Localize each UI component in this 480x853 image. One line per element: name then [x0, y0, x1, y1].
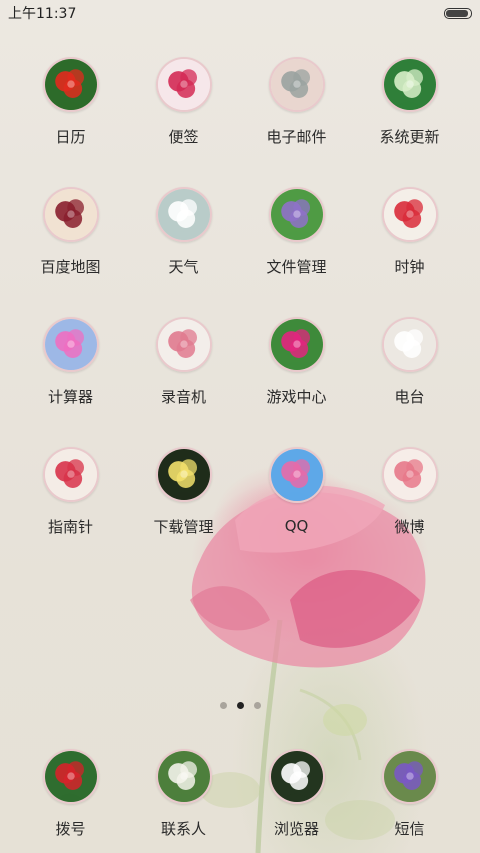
app-label: 短信: [394, 820, 425, 838]
app-white-star-flower[interactable]: 浏览器: [240, 749, 353, 839]
pale-flowers-icon[interactable]: [268, 57, 325, 112]
battery-fill: [446, 9, 468, 17]
app-label: 日历: [55, 128, 86, 146]
page-dot[interactable]: [236, 702, 244, 709]
app-pink-sketch[interactable]: 微博: [353, 447, 466, 537]
app-pink-tulip[interactable]: 录音机: [127, 317, 240, 407]
app-purple-iris[interactable]: 文件管理: [240, 187, 353, 277]
pink-rose-icon[interactable]: [155, 57, 212, 112]
app-red-ixora[interactable]: 拨号: [14, 749, 127, 839]
white-rose-icon[interactable]: [381, 317, 438, 372]
status-time: 上午11:37: [8, 6, 77, 22]
yellow-lily-icon[interactable]: [155, 447, 212, 502]
app-red-rose[interactable]: 日历: [14, 57, 127, 147]
status-bar: 上午11:37: [0, 0, 480, 26]
app-label: 天气: [168, 258, 199, 276]
app-magenta-cosmos[interactable]: 游戏中心: [240, 317, 353, 407]
app-red-peony[interactable]: 时钟: [353, 187, 466, 277]
pink-meadow-icon[interactable]: [42, 317, 99, 372]
app-label: 文件管理: [266, 258, 327, 276]
app-label: 系统更新: [379, 128, 440, 146]
app-label: 联系人: [160, 820, 206, 838]
camellia-icon[interactable]: [42, 187, 99, 242]
pink-sketch-icon[interactable]: [381, 447, 438, 502]
app-label: 时钟: [394, 258, 425, 276]
violet-flower-icon[interactable]: [381, 749, 438, 804]
app-label: QQ: [284, 517, 309, 535]
red-peony-icon[interactable]: [381, 187, 438, 242]
app-sky-cosmos[interactable]: QQ: [240, 447, 353, 537]
white-daisy-icon[interactable]: [155, 187, 212, 242]
white-star-flower-icon[interactable]: [268, 749, 325, 804]
white-lily-icon[interactable]: [155, 749, 212, 804]
page-dot[interactable]: [219, 702, 227, 709]
app-violet-flower[interactable]: 短信: [353, 749, 466, 839]
app-grid: 日历 便签 电子邮件 系统更新百度地图 天气 文件管理 时钟计算器 录音机 游戏中心 电台指南针 下…: [0, 57, 480, 537]
app-white-lily[interactable]: 联系人: [127, 749, 240, 839]
purple-iris-icon[interactable]: [268, 187, 325, 242]
app-camellia[interactable]: 百度地图: [14, 187, 127, 277]
app-pink-meadow[interactable]: 计算器: [14, 317, 127, 407]
app-red-bloom[interactable]: 指南针: [14, 447, 127, 537]
app-label: 游戏中心: [266, 388, 327, 406]
sky-cosmos-icon[interactable]: [268, 447, 325, 503]
page-dot[interactable]: [253, 702, 261, 709]
battery-icon: [444, 7, 472, 19]
app-pale-flowers[interactable]: 电子邮件: [240, 57, 353, 147]
app-green-buds[interactable]: 系统更新: [353, 57, 466, 147]
page-indicator: [0, 702, 480, 709]
app-pink-rose[interactable]: 便签: [127, 57, 240, 147]
app-yellow-lily[interactable]: 下载管理: [127, 447, 240, 537]
app-label: 便签: [168, 128, 199, 146]
app-label: 浏览器: [273, 820, 319, 838]
app-white-rose[interactable]: 电台: [353, 317, 466, 407]
red-bloom-icon[interactable]: [42, 447, 99, 502]
app-label: 计算器: [47, 388, 93, 406]
pink-tulip-icon[interactable]: [155, 317, 212, 372]
app-label: 录音机: [160, 388, 206, 406]
app-label: 拨号: [55, 820, 86, 838]
red-rose-icon[interactable]: [42, 57, 99, 112]
app-label: 微博: [394, 518, 425, 536]
app-label: 电子邮件: [266, 128, 327, 146]
app-label: 百度地图: [40, 258, 101, 276]
app-white-daisy[interactable]: 天气: [127, 187, 240, 277]
dock: 拨号 联系人 浏览器 短信: [0, 749, 480, 839]
red-ixora-icon[interactable]: [42, 749, 99, 804]
app-label: 指南针: [47, 518, 93, 536]
app-label: 下载管理: [153, 518, 214, 536]
green-buds-icon[interactable]: [381, 57, 438, 112]
app-label: 电台: [394, 388, 425, 406]
magenta-cosmos-icon[interactable]: [268, 317, 325, 372]
